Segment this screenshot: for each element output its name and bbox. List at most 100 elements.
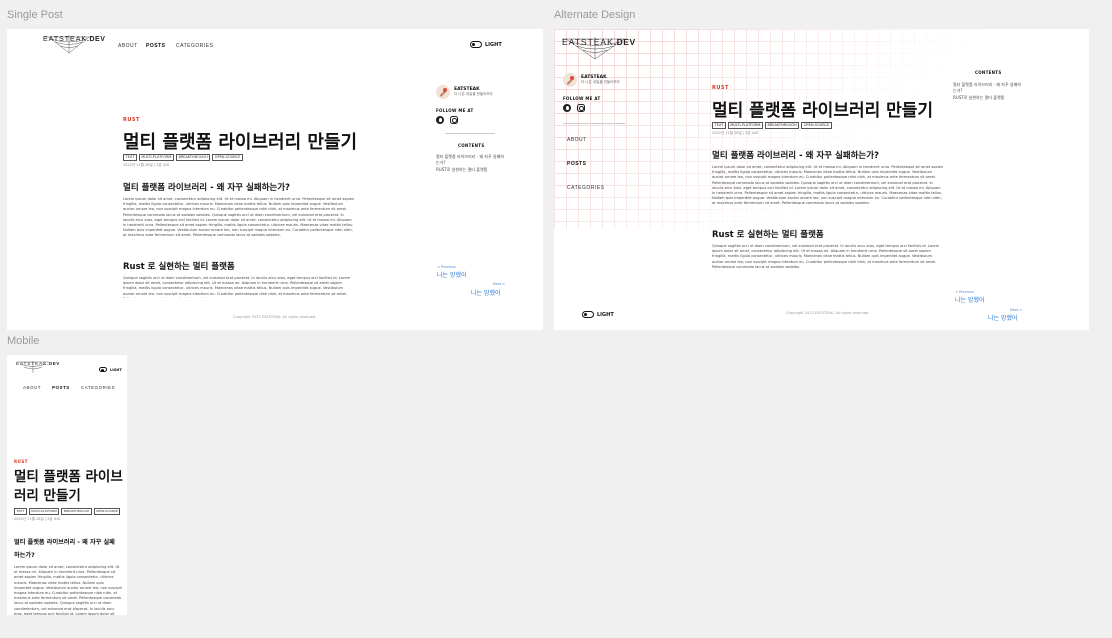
toc-item[interactable]: RUST로 실현하는 멀티 플랫폼 <box>436 167 506 173</box>
theme-toggle-label: LIGHT <box>597 311 614 318</box>
section-heading-1: 멀티 플랫폼 라이브러리 - 왜 자꾸 실패 하는가? <box>14 536 115 562</box>
nav-categories[interactable]: CATEGORIES <box>176 43 213 49</box>
nav-posts[interactable]: POSTS <box>567 161 586 167</box>
follow-heading: FOLLOW ME AT <box>563 96 601 101</box>
design-canvas: Single Post EATSTEAK.DEV ABOUT POSTS CAT… <box>0 0 1112 638</box>
github-icon[interactable] <box>563 104 571 112</box>
post-category[interactable]: RUST <box>14 459 28 464</box>
prev-post-label: < Previous <box>955 290 974 294</box>
toggle-icon <box>99 367 107 372</box>
post-date: 2022년 11월 28일 | 2분 소요 <box>712 131 759 135</box>
tag-item[interactable]: TEXT <box>123 154 137 161</box>
frame-mobile[interactable]: EATSTEAK.DEV LIGHT ABOUT POSTS CATEGORIE… <box>7 355 127 615</box>
nav-about[interactable]: ABOUT <box>567 137 587 143</box>
author-tagline: 더 나은 내일을 만들어보자 <box>454 92 493 96</box>
next-post-link[interactable]: 나는 망했어 <box>471 288 501 297</box>
tag-item[interactable]: OPEN-SOURCE <box>212 154 243 161</box>
post-title: 멀티 플랫폼 라이브러리 만들기 <box>123 132 358 153</box>
post-title-line-1: 멀티 플랫폼 라이브 <box>14 469 123 485</box>
site-logo[interactable]: EATSTEAK.DEV <box>562 37 636 47</box>
frame-label-single-post[interactable]: Single Post <box>7 9 63 21</box>
theme-toggle[interactable]: LIGHT <box>99 367 122 372</box>
nav-about[interactable]: ABOUT <box>118 43 138 49</box>
theme-toggle-label: LIGHT <box>485 41 502 48</box>
nav-posts[interactable]: POSTS <box>146 43 165 49</box>
nav-categories[interactable]: CATEGORIES <box>567 185 604 191</box>
post-date: 2022년 11월 28일 | 2분 소요 <box>14 517 61 521</box>
next-post-link[interactable]: 나는 망했어 <box>988 313 1018 322</box>
section-paragraph-2: Quisque sagittis orci ut diam condimentu… <box>712 244 940 269</box>
tag-item[interactable]: BREAKTHROUGH <box>764 122 800 129</box>
theme-toggle-label: LIGHT <box>110 367 122 372</box>
prev-post-link[interactable]: 나는 망했어 <box>437 270 467 279</box>
section-heading-1-line-2: 하는가? <box>14 552 35 559</box>
tag-list: TEXT MULTI-PLATFORM BREAKTHROUGH OPEN-SO… <box>14 508 121 515</box>
sidebar-divider <box>445 133 495 134</box>
instagram-icon[interactable] <box>450 116 458 124</box>
frame-label-alternate-design[interactable]: Alternate Design <box>554 9 635 21</box>
toggle-icon <box>470 41 482 48</box>
frame-alternate-design[interactable]: EATSTEAK.DEV EATSTEAK 더 나은 내일을 만들어보자 FOL… <box>554 29 1089 330</box>
post-category[interactable]: RUST <box>123 117 140 123</box>
nav-posts[interactable]: POSTS <box>52 385 70 390</box>
next-post-label: Next > <box>493 282 506 286</box>
site-logo[interactable]: EATSTEAK.DEV <box>16 361 60 366</box>
tag-item[interactable]: OPEN-SOURCE <box>801 122 832 129</box>
section-paragraph-1: Lorem ipsum dolor sit amet, consectetur … <box>14 565 122 615</box>
tag-item[interactable]: BREAKTHROUGH <box>61 508 92 515</box>
section-heading-1: 멀티 플랫폼 라이브러리 - 왜 자꾸 실패하는가? <box>123 183 290 193</box>
sidebar-divider <box>563 123 625 124</box>
tag-item[interactable]: TEXT <box>712 122 726 129</box>
nav-about[interactable]: ABOUT <box>23 385 41 390</box>
section-heading-2: Rust 로 실현하는 멀티 플랫폼 <box>712 230 824 240</box>
tag-item[interactable]: MULTI-PLATFORM <box>28 508 60 515</box>
social-links <box>436 116 458 124</box>
section-paragraph-1: Lorem ipsum dolor sit amet, consectetur … <box>712 165 944 206</box>
site-logo[interactable]: EATSTEAK.DEV <box>43 36 105 43</box>
post-title-line-2: 러리 만들기 <box>14 488 81 504</box>
github-icon[interactable] <box>436 116 444 124</box>
theme-toggle[interactable]: LIGHT <box>582 311 614 318</box>
author-card[interactable]: EATSTEAK 더 나은 내일을 만들어보자 <box>436 85 493 99</box>
instagram-icon[interactable] <box>577 104 585 112</box>
frame-label-mobile[interactable]: Mobile <box>7 335 39 347</box>
footer-copyright: Copyright 2022 EATSTEAK. All rights rese… <box>233 315 317 319</box>
prev-post-label: < Previous <box>437 265 456 269</box>
post-title: 멀티 플랫폼 라이브러리 만들기 <box>712 101 934 121</box>
tag-list: TEXT MULTI-PLATFORM BREAKTHROUGH OPEN-SO… <box>712 122 832 129</box>
theme-toggle[interactable]: LIGHT <box>470 41 502 48</box>
toc-item[interactable]: 멀티 플랫폼 라이브러리 - 왜 자꾸 실패하는가? <box>436 154 506 165</box>
nav-categories[interactable]: CATEGORIES <box>81 385 115 390</box>
post-title: 멀티 플랫폼 라이브 러리 만들기 <box>14 468 123 506</box>
section-heading-1-line-1: 멀티 플랫폼 라이브러리 - 왜 자꾸 실패 <box>14 539 115 546</box>
author-tagline: 더 나은 내일을 만들어보자 <box>581 80 620 84</box>
avatar <box>436 85 450 99</box>
prev-post-link[interactable]: 나는 망했어 <box>955 295 985 304</box>
section-heading-2: Rust 로 실현하는 멀티 플랫폼 <box>123 262 235 272</box>
footer-copyright: Copyright 2022 EATSTEAK. All rights rese… <box>786 311 870 315</box>
tag-item[interactable]: TEXT <box>14 508 27 515</box>
table-of-contents: 멀티 플랫폼 라이브러리 - 왜 자꾸 실패하는가? RUST로 실현하는 멀티… <box>953 82 1023 103</box>
author-card[interactable]: EATSTEAK 더 나은 내일을 만들어보자 <box>563 73 620 87</box>
follow-heading: FOLLOW ME AT <box>436 108 474 113</box>
tag-item[interactable]: OPEN-SOURCE <box>93 508 121 515</box>
section-heading-1: 멀티 플랫폼 라이브러리 - 왜 자꾸 실패하는가? <box>712 151 879 161</box>
section-paragraph-2: Quisque sagittis orci ut diam condimentu… <box>123 276 351 298</box>
social-links <box>563 104 585 112</box>
toc-item[interactable]: 멀티 플랫폼 라이브러리 - 왜 자꾸 실패하는가? <box>953 82 1023 93</box>
tag-item[interactable]: MULTI-PLATFORM <box>727 122 763 129</box>
tag-item[interactable]: MULTI-PLATFORM <box>138 154 174 161</box>
avatar <box>563 73 577 87</box>
post-category[interactable]: RUST <box>712 85 729 91</box>
post-date: 2022년 11월 28일 | 2분 소요 <box>123 163 170 167</box>
contents-heading: CONTENTS <box>458 143 485 148</box>
tag-list: TEXT MULTI-PLATFORM BREAKTHROUGH OPEN-SO… <box>123 154 243 161</box>
toggle-icon <box>582 311 594 318</box>
frame-single-post[interactable]: EATSTEAK.DEV ABOUT POSTS CATEGORIES LIGH… <box>7 29 543 330</box>
next-post-label: Next > <box>1010 308 1023 312</box>
tag-item[interactable]: BREAKTHROUGH <box>175 154 211 161</box>
contents-heading: CONTENTS <box>975 70 1002 75</box>
section-paragraph-1: Lorem ipsum dolor sit amet, consectetur … <box>123 197 355 238</box>
table-of-contents: 멀티 플랫폼 라이브러리 - 왜 자꾸 실패하는가? RUST로 실현하는 멀티… <box>436 154 506 175</box>
toc-item[interactable]: RUST로 실현하는 멀티 플랫폼 <box>953 95 1023 101</box>
